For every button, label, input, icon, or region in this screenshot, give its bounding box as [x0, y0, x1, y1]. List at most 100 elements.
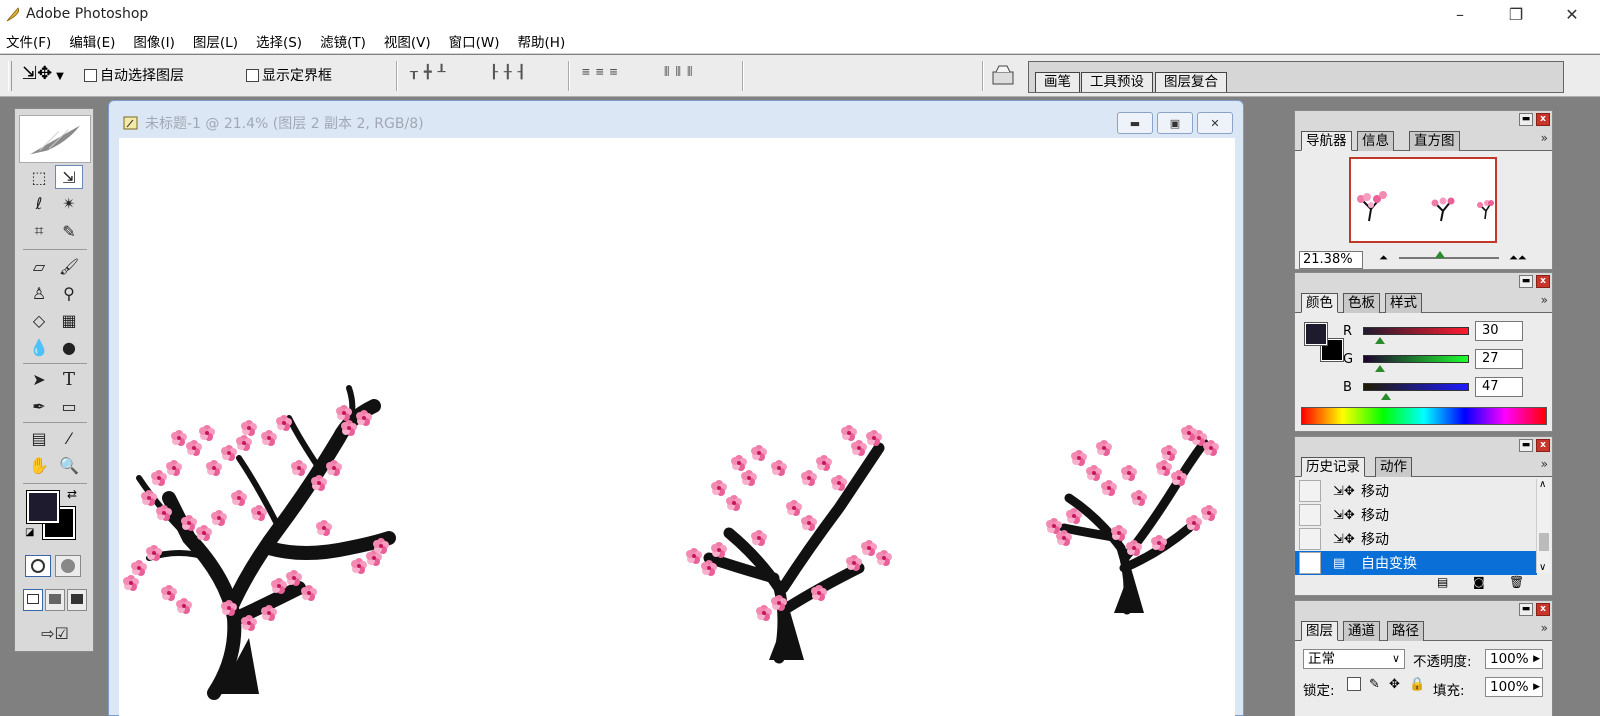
history-scrollbar[interactable]: ∧ ∨	[1536, 479, 1550, 573]
blur-tool[interactable]: 💧	[25, 335, 53, 359]
red-value-field[interactable]: 30	[1475, 321, 1523, 341]
zoom-slider-thumb[interactable]	[1435, 251, 1445, 258]
lock-all-icon[interactable]: 🔒	[1409, 677, 1425, 692]
palette-header[interactable]: ▬ x	[1295, 601, 1552, 619]
screen-mode-full-menu-button[interactable]	[45, 589, 65, 611]
distribute-left-icon[interactable]: ⫴	[664, 65, 675, 80]
scroll-down-icon[interactable]: ∨	[1539, 562, 1546, 573]
type-tool[interactable]: T	[55, 367, 83, 391]
eyedropper-tool[interactable]: ⁄	[55, 426, 83, 450]
tab-navigator[interactable]: 导航器	[1301, 131, 1352, 151]
history-snapshot-box[interactable]	[1299, 504, 1321, 526]
menu-layer[interactable]: 图层(L)	[193, 31, 238, 51]
distribute-hcenter-icon[interactable]: ⫴	[675, 65, 686, 80]
zoom-in-icon[interactable]: ⏶⏶	[1509, 251, 1527, 265]
palette-menu-icon[interactable]: »	[1541, 131, 1548, 145]
lasso-tool[interactable]: ℓ	[25, 191, 53, 215]
healing-brush-tool[interactable]: ▱	[25, 254, 53, 278]
lock-position-icon[interactable]: ✥	[1389, 677, 1400, 692]
magic-wand-tool[interactable]: ✴	[55, 191, 83, 215]
red-slider-thumb[interactable]	[1375, 337, 1385, 344]
new-document-icon[interactable]: ▤	[1437, 575, 1448, 589]
crop-tool[interactable]: ⌗	[25, 219, 53, 243]
scrollbar-thumb[interactable]	[1539, 533, 1549, 551]
document-title-bar[interactable]: 未标题-1 @ 21.4% (图层 2 副本 2, RGB/8)	[123, 113, 424, 133]
blue-slider[interactable]	[1363, 383, 1469, 391]
palette-minimize-button[interactable]: ▬	[1519, 275, 1533, 288]
blue-value-field[interactable]: 47	[1475, 377, 1523, 397]
menu-window[interactable]: 窗口(W)	[449, 31, 500, 51]
distribute-top-icon[interactable]: ≡	[582, 65, 596, 80]
pen-tool[interactable]: ✒	[25, 394, 53, 418]
menu-filter[interactable]: 滤镜(T)	[320, 31, 366, 51]
restore-button[interactable]: ❐	[1488, 0, 1544, 28]
tab-histogram[interactable]: 直方图	[1409, 131, 1460, 151]
palette-header[interactable]: ▬ x	[1295, 437, 1552, 455]
blend-mode-select[interactable]: 正常 ∨	[1303, 649, 1405, 669]
fill-field[interactable]: 100% ▶	[1485, 677, 1543, 697]
scroll-up-icon[interactable]: ∧	[1539, 479, 1546, 490]
tab-history[interactable]: 历史记录	[1301, 457, 1365, 477]
show-bounding-box-checkbox[interactable]: 显示定界框	[246, 65, 332, 85]
marquee-tool[interactable]: ⬚	[25, 165, 53, 189]
palette-minimize-button[interactable]: ▬	[1519, 439, 1533, 452]
zoom-out-icon[interactable]: ⏶	[1379, 251, 1388, 265]
palette-header[interactable]: ▬ x	[1295, 273, 1552, 291]
align-horizontal-centers-icon[interactable]: ╂	[504, 65, 518, 80]
distribute-horizontal-buttons[interactable]: ⫴⫴⫴	[664, 65, 698, 80]
standard-mode-button[interactable]	[25, 555, 51, 577]
palette-close-button[interactable]: x	[1536, 439, 1550, 452]
align-vertical-centers-icon[interactable]: ╋	[424, 65, 438, 80]
hand-tool[interactable]: ✋	[25, 453, 53, 477]
history-item[interactable]: ⇲✥ 移动	[1295, 527, 1537, 551]
history-item[interactable]: ⇲✥ 移动	[1295, 503, 1537, 527]
menu-file[interactable]: 文件(F)	[6, 31, 51, 51]
chevron-right-icon[interactable]: ▶	[1533, 678, 1540, 696]
history-item-selected[interactable]: ▤ 自由变换	[1295, 551, 1537, 575]
doc-maximize-button[interactable]: ▣	[1157, 112, 1193, 134]
history-state-marker-icon[interactable]	[1299, 552, 1321, 574]
auto-select-layer-checkbox[interactable]: 自动选择图层	[84, 65, 184, 85]
palette-minimize-button[interactable]: ▬	[1519, 113, 1533, 126]
slice-tool[interactable]: ✎	[55, 219, 83, 243]
navigator-zoom-field[interactable]: 21.38%	[1299, 251, 1363, 269]
menu-help[interactable]: 帮助(H)	[518, 31, 566, 51]
menu-select[interactable]: 选择(S)	[256, 31, 302, 51]
red-slider[interactable]	[1363, 327, 1469, 335]
align-left-edges-icon[interactable]: ┠	[490, 65, 504, 80]
default-colors-icon[interactable]: ◪	[25, 527, 34, 538]
menu-edit[interactable]: 编辑(E)	[69, 31, 115, 51]
workspace-scrollbar[interactable]	[1562, 98, 1600, 716]
tab-layers[interactable]: 图层	[1301, 621, 1338, 641]
blue-slider-thumb[interactable]	[1381, 393, 1391, 400]
distribute-center-icon[interactable]: ≡	[596, 65, 610, 80]
screen-mode-full-button[interactable]	[67, 589, 87, 611]
align-top-buttons[interactable]: ┰╋┸	[410, 65, 451, 80]
lock-transparency-icon[interactable]	[1347, 677, 1361, 691]
trash-icon[interactable]: 🗑	[1509, 575, 1524, 589]
tab-paths[interactable]: 路径	[1387, 621, 1424, 641]
palette-header[interactable]: ▬ x	[1295, 111, 1552, 129]
foreground-color-swatch[interactable]	[26, 490, 60, 524]
palette-menu-icon[interactable]: »	[1541, 457, 1548, 471]
tab-info[interactable]: 信息	[1357, 131, 1394, 151]
eraser-tool[interactable]: ◇	[25, 308, 53, 332]
document-canvas[interactable]	[119, 138, 1235, 716]
new-snapshot-icon[interactable]: ◙	[1473, 575, 1485, 589]
jump-to-imageready-button[interactable]: ⇨☑	[29, 621, 81, 645]
green-value-field[interactable]: 27	[1475, 349, 1523, 369]
palette-minimize-button[interactable]: ▬	[1519, 603, 1533, 616]
doc-minimize-button[interactable]: ▬	[1117, 112, 1153, 134]
dodge-tool[interactable]: ●	[55, 335, 83, 359]
tab-channels[interactable]: 通道	[1343, 621, 1380, 641]
brushes-tab[interactable]: 画笔	[1035, 72, 1080, 92]
color-fg-swatch[interactable]	[1304, 322, 1328, 346]
distribute-vertical-buttons[interactable]: ≡≡≡	[582, 65, 623, 80]
quick-mask-button[interactable]	[55, 555, 81, 577]
align-right-edges-icon[interactable]: ┨	[518, 65, 532, 80]
history-snapshot-box[interactable]	[1299, 528, 1321, 550]
align-horizontal-buttons[interactable]: ┠╂┨	[490, 65, 531, 80]
navigator-zoom-slider[interactable]	[1399, 257, 1499, 259]
palette-menu-icon[interactable]: »	[1541, 293, 1548, 307]
green-slider-thumb[interactable]	[1375, 365, 1385, 372]
